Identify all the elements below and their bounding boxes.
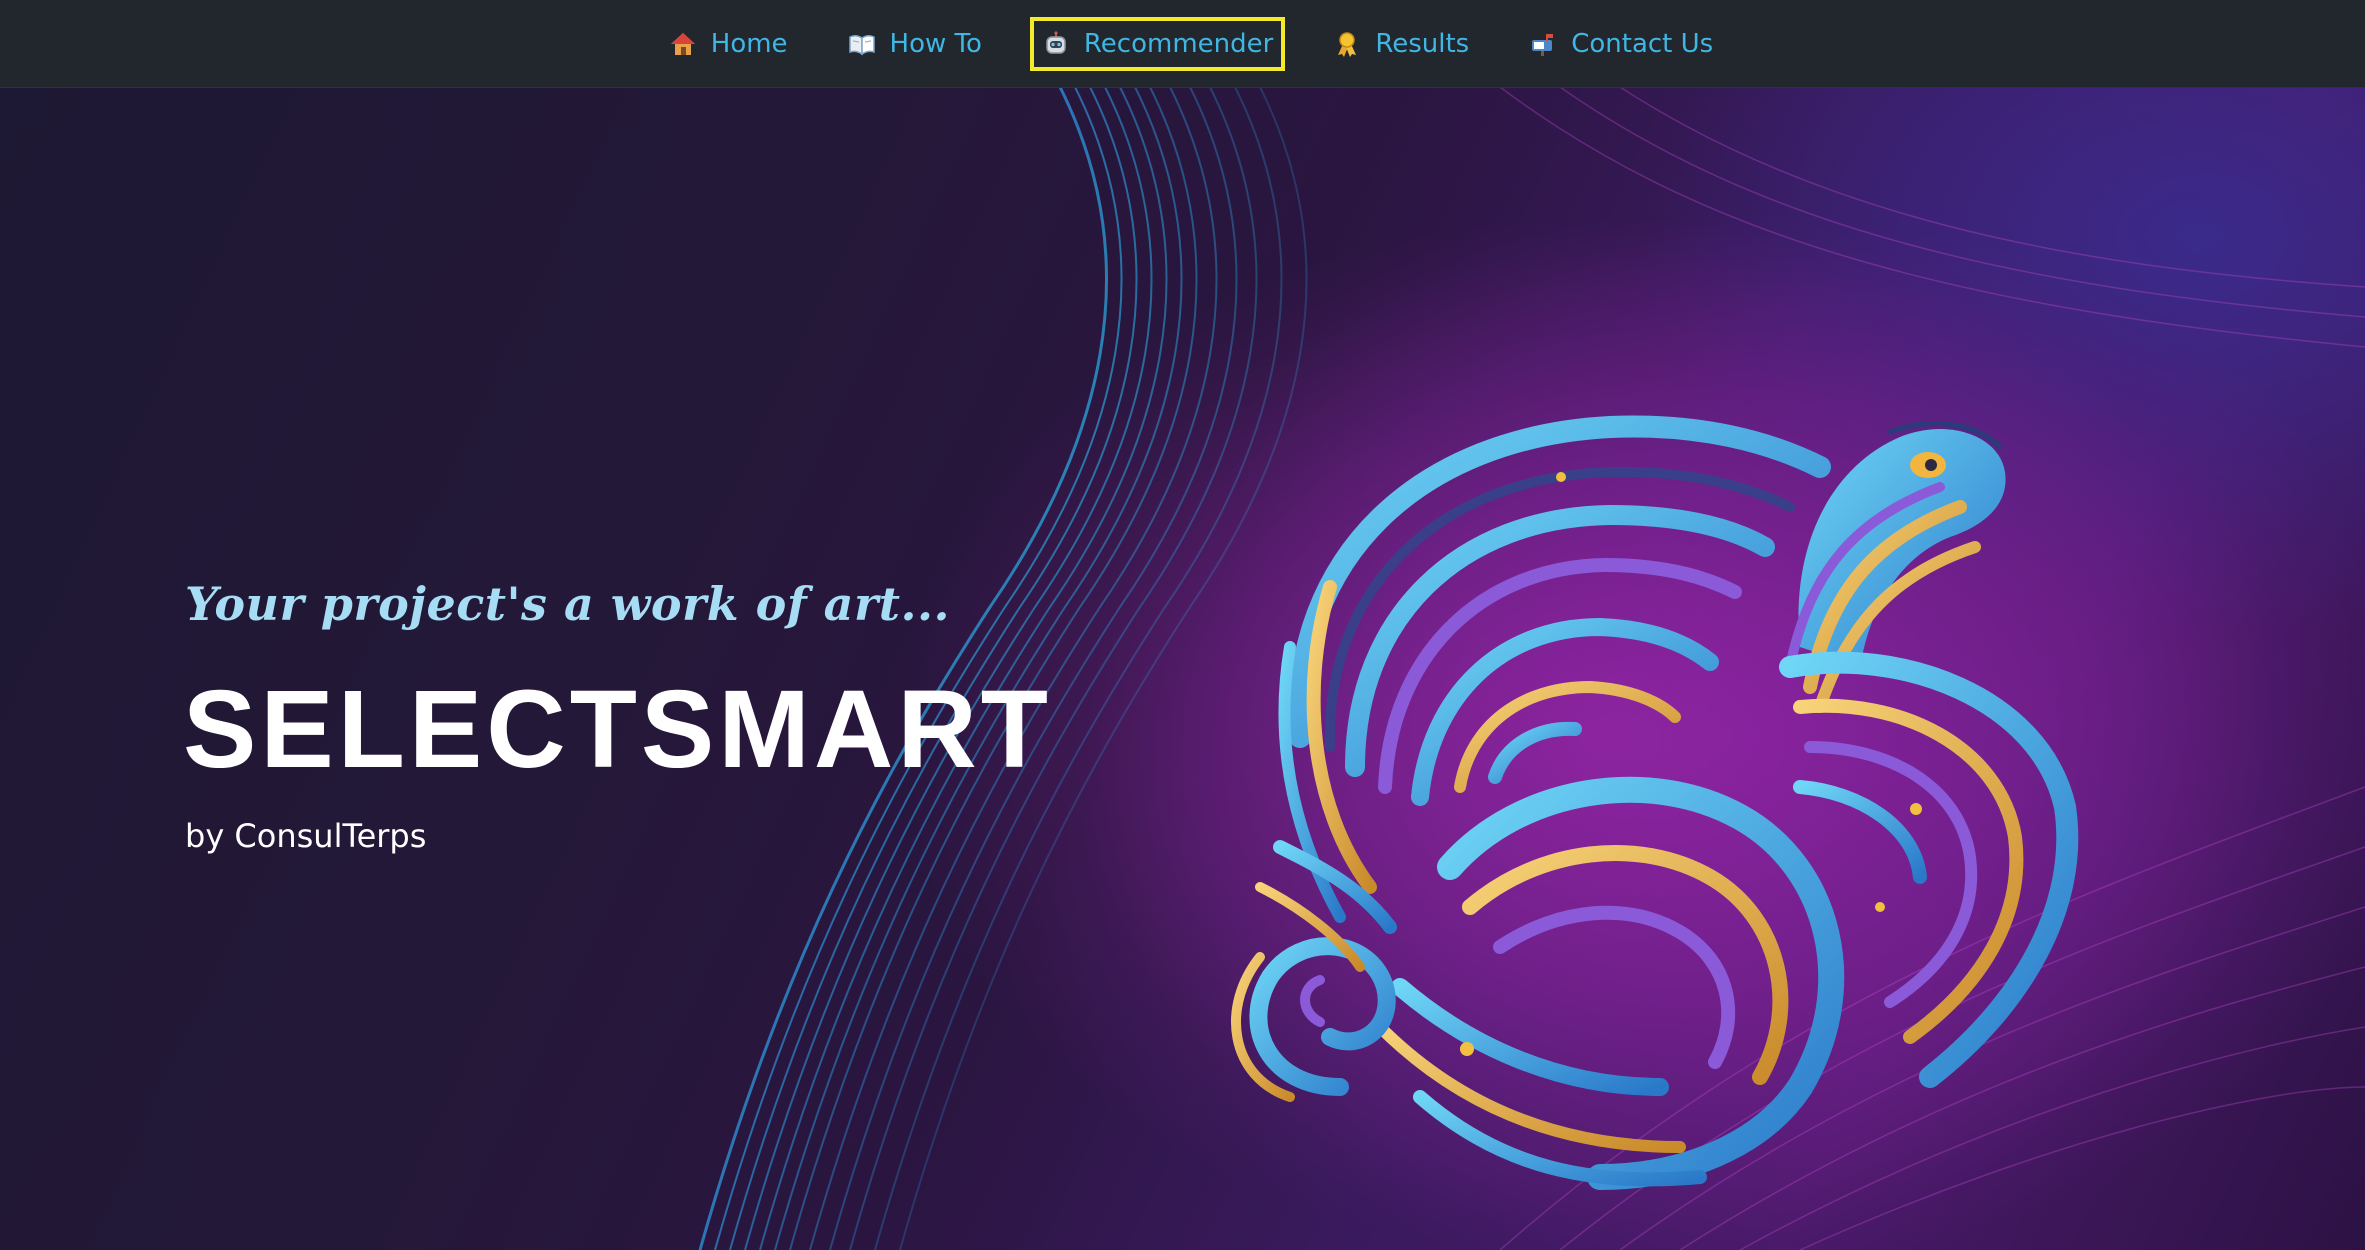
robot-icon <box>1042 30 1070 58</box>
nav-contact-us-label: Contact Us <box>1571 28 1714 59</box>
open-book-icon <box>848 30 876 58</box>
page: Home How To Recommender Results Contact … <box>0 0 2365 1250</box>
house-icon <box>669 30 697 58</box>
nav-results-label: Results <box>1375 28 1470 59</box>
hero-section: Your project's a work of art... SELECTSM… <box>0 87 2365 1250</box>
nav-recommender-label: Recommender <box>1083 28 1274 59</box>
nav-results[interactable]: Results <box>1321 17 1481 71</box>
nav-list: Home How To Recommender Results Contact … <box>639 16 1743 71</box>
nav-how-to-label: How To <box>889 28 982 59</box>
nav-home-label: Home <box>710 28 788 59</box>
nav-recommender[interactable]: Recommender <box>1029 16 1286 71</box>
hero-byline: by ConsulTerps <box>185 817 427 855</box>
mailbox-icon <box>1529 30 1557 58</box>
nav-contact-us[interactable]: Contact Us <box>1517 17 1725 71</box>
top-navbar: Home How To Recommender Results Contact … <box>0 0 2365 88</box>
hero-title: SELECTSMART <box>183 668 1052 791</box>
ribbon-icon <box>1333 30 1361 58</box>
nav-home[interactable]: Home <box>657 17 800 71</box>
nav-how-to[interactable]: How To <box>836 17 994 71</box>
hero-tagline: Your project's a work of art... <box>185 577 950 631</box>
